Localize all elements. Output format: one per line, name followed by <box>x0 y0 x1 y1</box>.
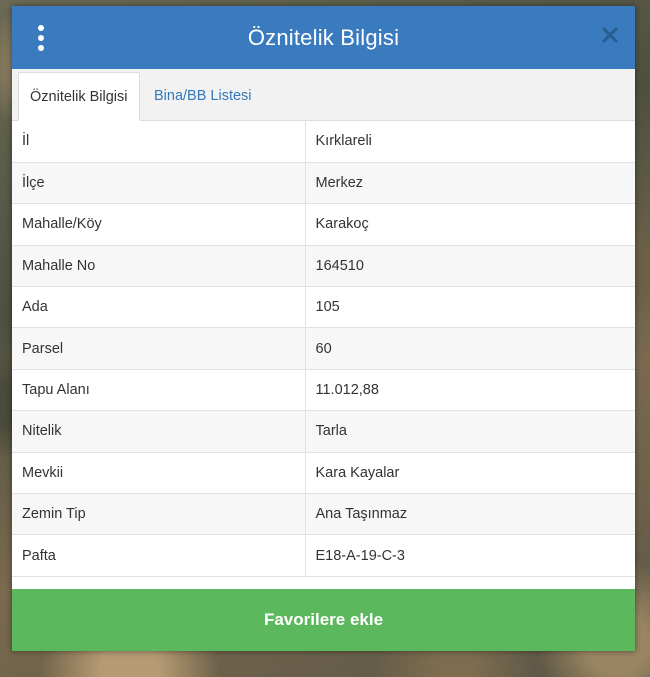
attribute-value: 105 <box>305 286 635 329</box>
attribute-key: Mevkii <box>12 452 306 495</box>
tab-building-list[interactable]: Bina/BB Listesi <box>143 72 263 120</box>
attribute-dialog: Öznitelik Bilgisi Öznitelik Bilgisi Bina… <box>12 6 635 651</box>
table-row: Pafta E18-A-19-C-3 <box>12 534 635 577</box>
table-row: İlçe Merkez <box>12 162 635 205</box>
table-row: Mahalle/Köy Karakoç <box>12 203 635 246</box>
attribute-value: Tarla <box>305 410 635 453</box>
attribute-key: İlçe <box>12 162 306 205</box>
attribute-value: 164510 <box>305 245 635 288</box>
add-to-favorites-button[interactable]: Favorilere ekle <box>12 589 635 651</box>
table-row: Nitelik Tarla <box>12 410 635 453</box>
table-row: İl Kırklareli <box>12 121 635 163</box>
tab-bar: Öznitelik Bilgisi Bina/BB Listesi <box>12 69 635 121</box>
attribute-key: Zemin Tip <box>12 493 306 536</box>
attribute-value: Kara Kayalar <box>305 452 635 495</box>
attribute-key: Ada <box>12 286 306 329</box>
vertical-dots-icon[interactable] <box>34 25 48 51</box>
attribute-key: Pafta <box>12 534 306 577</box>
attribute-value: E18-A-19-C-3 <box>305 534 635 577</box>
attribute-value: Merkez <box>305 162 635 205</box>
table-row: Mevkii Kara Kayalar <box>12 452 635 495</box>
tab-attribute-info[interactable]: Öznitelik Bilgisi <box>18 72 140 121</box>
attribute-key: Mahalle/Köy <box>12 203 306 246</box>
table-row: Mahalle No 164510 <box>12 245 635 288</box>
attribute-key: Nitelik <box>12 410 306 453</box>
table-row: Ada 105 <box>12 286 635 329</box>
attribute-value: Karakoç <box>305 203 635 246</box>
close-icon[interactable] <box>601 26 619 44</box>
attribute-key: Parsel <box>12 327 306 370</box>
attribute-value: 60 <box>305 327 635 370</box>
dialog-title: Öznitelik Bilgisi <box>247 24 400 50</box>
attribute-value: 11.012,88 <box>305 369 635 412</box>
attribute-key: Mahalle No <box>12 245 306 288</box>
attribute-value: Kırklareli <box>305 121 635 163</box>
table-row: Parsel 60 <box>12 327 635 370</box>
table-row: Zemin Tip Ana Taşınmaz <box>12 493 635 536</box>
attribute-key: İl <box>12 121 306 163</box>
dialog-header: Öznitelik Bilgisi <box>12 6 635 69</box>
attribute-value: Ana Taşınmaz <box>305 493 635 536</box>
table-row: Tapu Alanı 11.012,88 <box>12 369 635 412</box>
attribute-key: Tapu Alanı <box>12 369 306 412</box>
attribute-table: İl Kırklareli İlçe Merkez Mahalle/Köy Karakoç… <box>12 121 635 577</box>
